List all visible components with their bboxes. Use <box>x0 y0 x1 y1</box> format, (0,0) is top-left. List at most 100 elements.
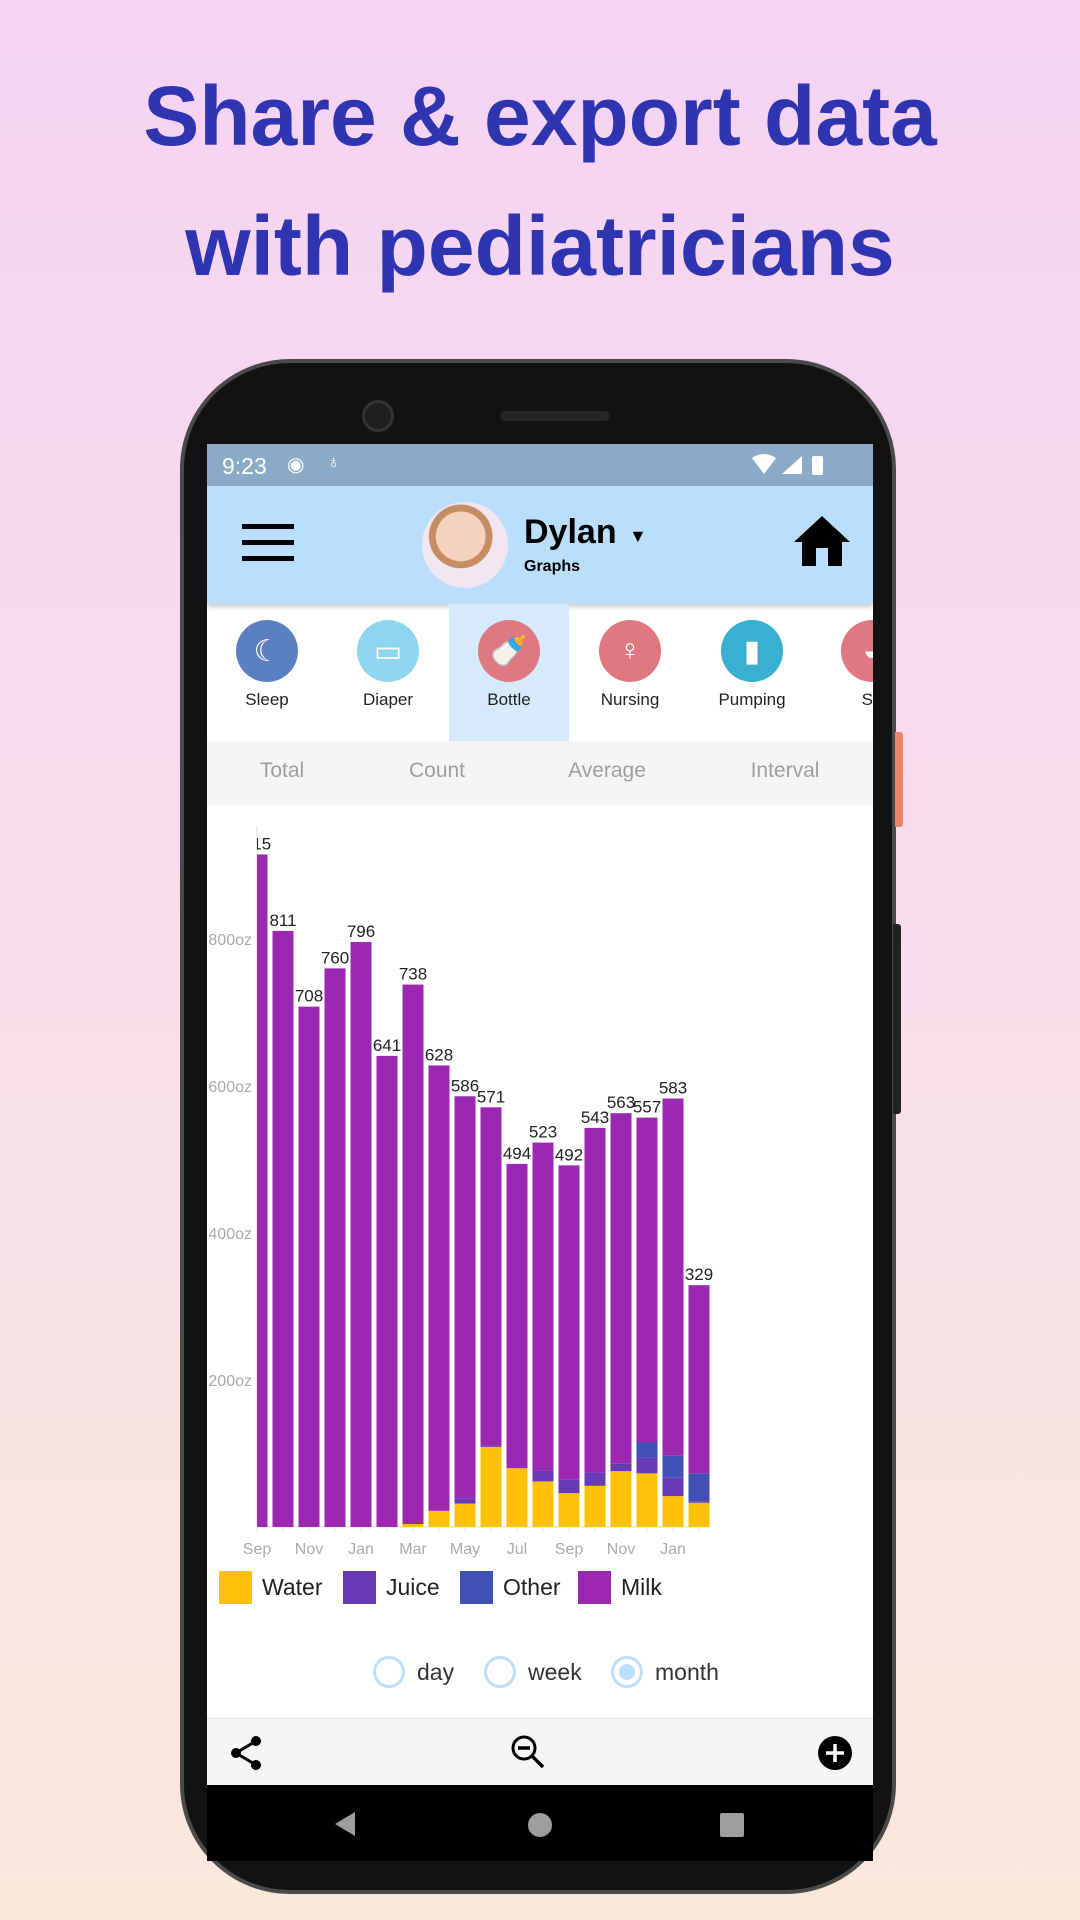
share-icon[interactable] <box>229 1735 263 1771</box>
tab-average[interactable]: Average <box>568 759 646 783</box>
bar-segment-water <box>688 1502 710 1527</box>
category-pumping[interactable]: ▮ Pumping <box>692 604 812 741</box>
x-tick-label: Nov <box>607 1541 635 1558</box>
bar-segment-milk <box>558 1165 580 1480</box>
bar-segment-milk <box>480 1107 502 1446</box>
y-tick-label: 400oz <box>208 1226 252 1243</box>
child-name[interactable]: Dylan <box>524 513 617 552</box>
back-icon[interactable] <box>333 1811 357 1837</box>
bar-segment-water <box>428 1510 450 1527</box>
bottom-toolbar <box>207 1718 873 1785</box>
y-tick-label: 800oz <box>208 932 252 949</box>
avatar[interactable] <box>422 502 508 588</box>
battery-icon <box>812 456 823 475</box>
category-label: Nursing <box>600 690 660 709</box>
app-screen: 9:23 ◉ ♁ Dylan ▼ Graphs ☾ Sleep ▭ Diaper 🍼 Bo… <box>207 444 873 1861</box>
system-nav-bar <box>207 1785 873 1861</box>
radio-month[interactable]: month <box>611 1656 719 1688</box>
bar-segment-water <box>402 1524 424 1527</box>
bar-segment-water <box>506 1468 528 1527</box>
legend-milk: Milk <box>578 1571 662 1604</box>
speaker <box>500 411 610 421</box>
legend-label: Juice <box>386 1574 440 1600</box>
bar-segment-water <box>584 1485 606 1527</box>
bar-value-label: 563 <box>607 1093 635 1112</box>
bar-segment-milk <box>257 854 268 1527</box>
wifi-icon <box>752 454 823 475</box>
bar-value-label: 492 <box>555 1145 583 1164</box>
bar-segment-juice <box>454 1498 476 1504</box>
category-bottle[interactable]: 🍼 Bottle <box>449 604 569 741</box>
category-so[interactable]: ◒ So <box>812 604 873 741</box>
y-tick-label: 200oz <box>208 1373 252 1390</box>
hamburger-icon[interactable] <box>242 524 294 562</box>
bar-segment-milk <box>532 1142 554 1471</box>
bar-value-label: 329 <box>685 1265 713 1284</box>
bar-segment-milk <box>506 1163 528 1469</box>
solids-icon: ◒ <box>841 620 873 682</box>
tab-count[interactable]: Count <box>409 759 465 783</box>
category-nursing[interactable]: ♀ Nursing <box>570 604 690 741</box>
bar-segment-water <box>610 1471 632 1527</box>
bar-segment-milk <box>688 1285 710 1474</box>
status-time: 9:23 <box>222 453 267 479</box>
add-icon[interactable] <box>817 1735 853 1771</box>
x-tick-label: Nov <box>295 1541 323 1558</box>
recents-icon[interactable] <box>720 1813 744 1837</box>
legend-swatch <box>343 1571 376 1604</box>
category-label: Bottle <box>487 690 531 709</box>
x-tick-label: Jul <box>507 1541 527 1558</box>
home-circle-icon[interactable] <box>527 1812 553 1838</box>
graph-type-tabs: Total Count Average Interval <box>207 741 873 805</box>
bar-segment-milk <box>272 930 294 1527</box>
sync-icon: ◉ <box>287 454 305 476</box>
legend-label: Other <box>503 1574 561 1600</box>
category-sleep[interactable]: ☾ Sleep <box>207 604 327 741</box>
bar-segment-milk <box>610 1113 632 1464</box>
bar-segment-water <box>662 1496 684 1527</box>
category-diaper[interactable]: ▭ Diaper <box>328 604 448 741</box>
bar-segment-other <box>662 1455 684 1478</box>
category-label: Diaper <box>362 690 414 709</box>
bar-value-label: 738 <box>399 965 427 984</box>
moon-icon: ☾ <box>236 620 298 682</box>
legend-water: Water <box>219 1571 323 1604</box>
x-tick-label: May <box>450 1541 480 1558</box>
x-tick-label: Jan <box>348 1541 374 1558</box>
bar-value-label: 628 <box>425 1045 453 1064</box>
bar-segment-water <box>636 1473 658 1527</box>
bar-value-label: 557 <box>633 1098 661 1117</box>
bar-segment-juice <box>558 1479 580 1494</box>
x-tick-label: Sep <box>243 1541 272 1558</box>
bar-value-label: 571 <box>477 1087 505 1106</box>
bar-value-label: 708 <box>295 987 323 1006</box>
bar-segment-juice <box>584 1472 606 1486</box>
legend-swatch <box>460 1571 493 1604</box>
bar-segment-other <box>688 1473 710 1502</box>
bar-segment-juice <box>610 1463 632 1472</box>
volume-button <box>893 924 901 1114</box>
home-icon[interactable] <box>794 514 850 566</box>
zoom-out-icon[interactable] <box>510 1734 546 1770</box>
accessibility-icon: ♁ <box>327 452 341 472</box>
bottle-icon: 🍼 <box>478 620 540 682</box>
bar-value-label: 796 <box>347 922 375 941</box>
radio-week[interactable]: week <box>484 1656 582 1688</box>
category-label: So <box>861 690 873 709</box>
x-tick-label: Jan <box>660 1541 686 1558</box>
screen-subtitle: Graphs <box>524 558 581 575</box>
headline-line-2: with pediatricians <box>185 199 895 293</box>
bar-segment-milk <box>428 1065 450 1511</box>
tab-interval[interactable]: Interval <box>751 759 820 783</box>
bar-value-label: 494 <box>503 1144 531 1163</box>
legend-label: Milk <box>621 1574 662 1600</box>
signal-icon <box>782 456 802 474</box>
bar-segment-milk <box>350 941 372 1527</box>
dropdown-icon[interactable]: ▼ <box>629 526 647 547</box>
bar-value-label: 915 <box>243 834 271 853</box>
legend-label: Water <box>262 1574 323 1600</box>
tab-total[interactable]: Total <box>260 759 304 783</box>
category-label: Pumping <box>718 690 786 709</box>
bar-value-label: 811 <box>269 911 296 930</box>
radio-day[interactable]: day <box>373 1656 454 1688</box>
